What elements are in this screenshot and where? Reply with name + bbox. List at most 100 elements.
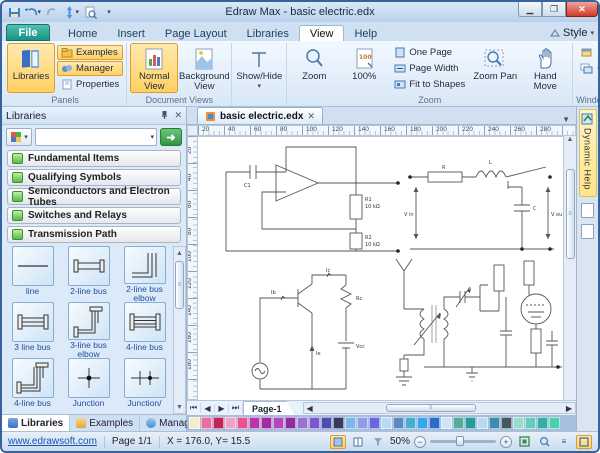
tab-home[interactable]: Home: [58, 26, 107, 41]
shape-2-line-bus[interactable]: 2-line bus: [62, 246, 115, 302]
palette-swatch[interactable]: [501, 417, 512, 429]
shape-2-line-bus-elbow[interactable]: 2-line bus elbow: [118, 246, 171, 302]
library-search-combobox[interactable]: ▾: [35, 128, 157, 146]
tab-libraries[interactable]: Libraries: [237, 26, 299, 41]
page-tab[interactable]: Page-1: [243, 401, 295, 415]
palette-swatch[interactable]: [333, 417, 344, 429]
navigate-dropdown[interactable]: ▾: [75, 8, 79, 16]
palette-swatch[interactable]: [405, 417, 416, 429]
fit-page-button[interactable]: [516, 435, 532, 449]
document-close-icon[interactable]: ✕: [307, 111, 315, 122]
next-page-button[interactable]: ▶: [215, 404, 229, 413]
tab-list-dropdown[interactable]: ▼: [556, 115, 576, 124]
full-screen-button[interactable]: [576, 435, 592, 449]
properties-button[interactable]: Properties: [57, 77, 123, 92]
page-width-button[interactable]: Page Width: [390, 61, 469, 76]
drawing-canvas[interactable]: C1 R1 10 kΩ R2 10 kΩ: [198, 136, 563, 400]
palette-swatch[interactable]: [537, 417, 548, 429]
scroll-down-icon[interactable]: ▼: [176, 401, 183, 413]
palette-swatch[interactable]: [549, 417, 560, 429]
palette-swatch[interactable]: [213, 417, 224, 429]
save-button[interactable]: [6, 5, 22, 19]
tab-help[interactable]: Help: [344, 26, 387, 41]
filter-button[interactable]: [370, 435, 386, 449]
category-fundamental-items[interactable]: Fundamental Items: [7, 150, 181, 167]
pin-icon[interactable]: [160, 110, 169, 120]
category-qualifying-symbols[interactable]: Qualifying Symbols: [7, 169, 181, 186]
shape-3-line-bus-elbow[interactable]: 3-line bus elbow: [62, 302, 115, 358]
qat-customize-button[interactable]: ▾: [101, 5, 117, 19]
examples-button[interactable]: Examples: [57, 45, 123, 60]
library-go-button[interactable]: ➜: [160, 128, 182, 146]
shape-4-line-bus[interactable]: 4-line bus: [118, 302, 171, 358]
first-page-button[interactable]: ⏮: [187, 403, 201, 413]
style-dropdown[interactable]: ▾: [590, 29, 594, 37]
clipboard-page-icon-2[interactable]: [581, 224, 594, 239]
zoom-pan-button[interactable]: Zoom Pan: [471, 43, 519, 93]
bottom-tab-libraries[interactable]: Libraries: [2, 415, 70, 431]
canvas-vertical-scrollbar[interactable]: ▲ ≡: [563, 136, 576, 400]
list-view-button[interactable]: ≡: [556, 435, 572, 449]
category-transmission-path[interactable]: Transmission Path: [7, 226, 181, 243]
background-view-button[interactable]: Background View: [180, 43, 228, 93]
shape-line[interactable]: line: [6, 246, 59, 302]
shape-junction[interactable]: Junction: [62, 358, 115, 414]
hscroll-right-icon[interactable]: ▶: [563, 404, 575, 413]
palette-swatch[interactable]: [201, 417, 212, 429]
category-semiconductors[interactable]: Semiconductors and Electron Tubes: [7, 188, 181, 205]
palette-swatch[interactable]: [477, 417, 488, 429]
palette-swatch[interactable]: [249, 417, 260, 429]
palette-swatch[interactable]: [225, 417, 236, 429]
clipboard-page-icon[interactable]: [581, 203, 594, 218]
combo-dropdown-icon[interactable]: ▾: [150, 133, 154, 141]
close-button[interactable]: ✕: [566, 2, 598, 17]
library-scrollbar[interactable]: ▲ ≡ ▼: [173, 246, 186, 414]
palette-swatch[interactable]: [525, 417, 536, 429]
palette-swatch[interactable]: [513, 417, 524, 429]
print-preview-button[interactable]: [82, 5, 98, 19]
palette-swatch[interactable]: [309, 417, 320, 429]
canvas-vscroll-thumb[interactable]: ≡: [566, 169, 575, 259]
arrange-windows-button[interactable]: ▾: [576, 61, 600, 76]
zoom-slider-knob[interactable]: [456, 436, 464, 446]
palette-swatch[interactable]: [453, 417, 464, 429]
panel-close-icon[interactable]: ✕: [174, 110, 182, 121]
palette-swatch[interactable]: [273, 417, 284, 429]
scroll-up-icon[interactable]: ▲: [176, 247, 183, 259]
maximize-button[interactable]: ❐: [542, 2, 566, 17]
minimize-button[interactable]: ▁: [518, 2, 542, 17]
palette-swatch[interactable]: [297, 417, 308, 429]
style-button[interactable]: Style ▾: [550, 27, 594, 41]
palette-swatch[interactable]: [465, 417, 476, 429]
undo-dropdown[interactable]: ▾: [37, 8, 41, 16]
palette-swatch[interactable]: [357, 417, 368, 429]
hscroll-left-icon[interactable]: ◀: [304, 404, 316, 413]
palette-swatch[interactable]: [441, 417, 452, 429]
shape-3-line-bus[interactable]: 3 line bus: [6, 302, 59, 358]
zoom-region-button[interactable]: [536, 435, 552, 449]
libraries-button[interactable]: Libraries: [7, 43, 55, 93]
prev-page-button[interactable]: ◀: [201, 404, 215, 413]
zoom-button[interactable]: Zoom: [290, 43, 338, 93]
bottom-tab-examples[interactable]: Examples: [70, 415, 140, 431]
scrollbar-thumb[interactable]: ≡: [175, 261, 184, 309]
palette-swatch[interactable]: [489, 417, 500, 429]
normal-view-button[interactable]: Normal View: [130, 43, 178, 93]
tab-view[interactable]: View: [299, 25, 345, 41]
new-window-button[interactable]: [576, 45, 600, 60]
hscroll-thumb[interactable]: ≡: [386, 404, 476, 412]
zoom-100-button[interactable]: 100 100%: [340, 43, 388, 93]
hand-move-button[interactable]: Hand Move: [521, 43, 569, 93]
palette-swatch[interactable]: [261, 417, 272, 429]
fit-to-shapes-button[interactable]: Fit to Shapes: [390, 77, 469, 92]
undo-button[interactable]: ▾: [25, 5, 41, 19]
palette-swatch[interactable]: [345, 417, 356, 429]
one-page-button[interactable]: One Page: [390, 45, 469, 60]
palette-swatch[interactable]: [429, 417, 440, 429]
palette-swatch[interactable]: [285, 417, 296, 429]
redo-button[interactable]: [44, 5, 60, 19]
palette-swatch[interactable]: [189, 417, 200, 429]
library-menu-button[interactable]: ▾: [6, 128, 32, 146]
dynamic-help-tab[interactable]: Dynamic Help: [579, 109, 597, 197]
navigate-button[interactable]: ▾: [63, 5, 79, 19]
